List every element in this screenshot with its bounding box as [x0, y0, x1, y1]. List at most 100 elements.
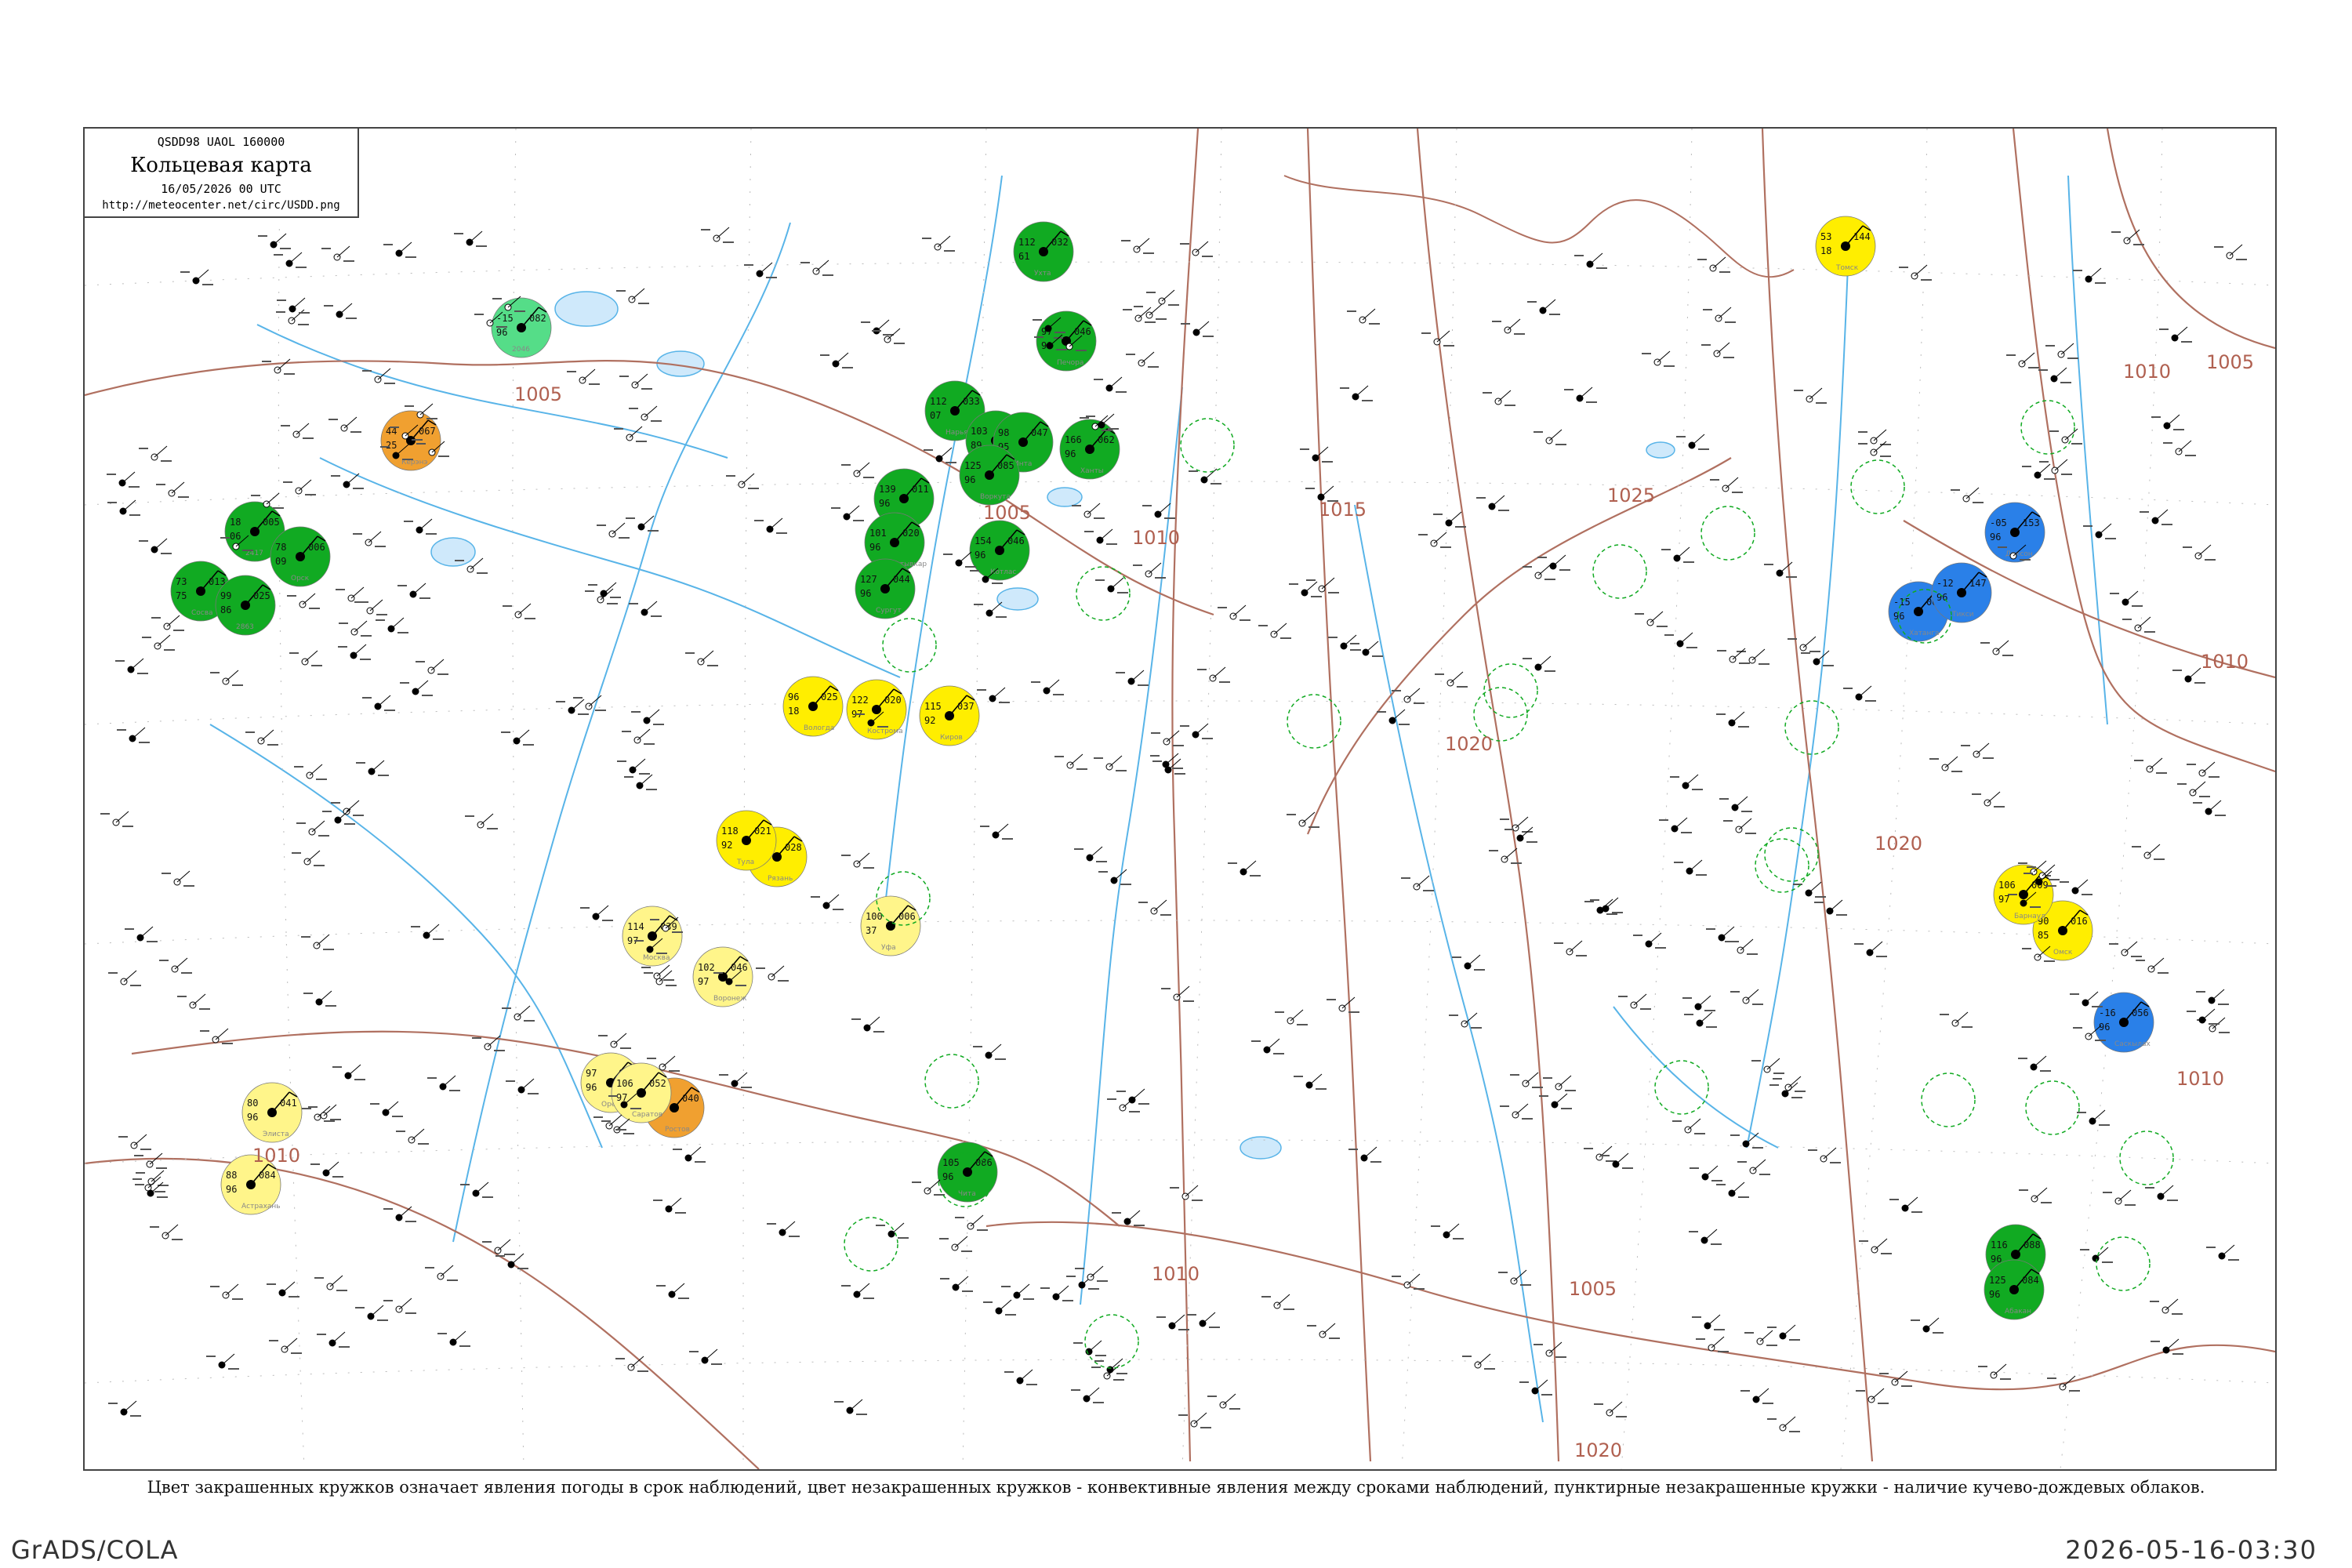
station-plot-icon [1980, 640, 2013, 656]
data-tick-icon [1730, 1134, 1740, 1136]
wind-barb-icon [1548, 429, 1563, 441]
data-tick-icon [280, 248, 291, 249]
station-plot-icon [1911, 1317, 1944, 1334]
data-tick-icon [1674, 862, 1683, 863]
data-tick-icon [2030, 906, 2041, 908]
wind-barb-icon [419, 518, 433, 531]
station-plot-icon [973, 1044, 1006, 1060]
wind-barb-icon [2098, 523, 2112, 535]
wind-barb-icon [130, 658, 144, 670]
data-tick-icon [1197, 669, 1207, 670]
data-tick-icon [1094, 757, 1103, 759]
data-tick-icon [180, 271, 190, 273]
station-temperature: 166 [1065, 434, 1082, 445]
station-plot-icon [2110, 590, 2143, 607]
wind-barb-icon [517, 603, 532, 615]
data-tick-icon [619, 537, 630, 539]
wind-barb-icon [368, 531, 382, 543]
data-tick-icon [232, 684, 243, 686]
station-plot-icon [108, 1400, 141, 1417]
data-tick-icon [822, 274, 833, 276]
station-plot-icon [1814, 899, 1847, 916]
wind-barb-icon [1109, 376, 1123, 389]
data-tick-icon [383, 1300, 393, 1301]
wind-barb-icon [370, 1305, 384, 1317]
parallel-3 [85, 920, 2275, 945]
wind-barb-icon [377, 695, 391, 707]
data-tick-icon [977, 689, 986, 691]
station-pressure: 144 [1853, 231, 1871, 242]
data-tick-icon [405, 1221, 416, 1222]
data-tick-icon [620, 1047, 631, 1049]
station-plot-icon [1961, 742, 1994, 759]
station-plot-icon [151, 615, 184, 631]
station-plot-icon [2214, 244, 2247, 260]
data-tick-icon [1106, 543, 1117, 545]
wind-barb-icon [1321, 577, 1335, 590]
station-plot-icon [701, 227, 734, 243]
data-tick-icon [159, 960, 169, 961]
wind-barb-icon [1110, 577, 1124, 590]
wind-barb-icon [1904, 1196, 1918, 1209]
data-tick-icon [1899, 267, 1908, 268]
wind-barb-icon [1721, 926, 1735, 938]
wind-barb-icon [1109, 755, 1123, 768]
wind-barb-icon [1679, 632, 1693, 644]
data-tick-icon [299, 312, 310, 314]
station-plot-icon [267, 1281, 299, 1298]
station-plot-icon [210, 670, 243, 686]
data-tick-icon [1561, 1108, 1572, 1109]
data-tick-icon [1094, 379, 1103, 380]
station-temperature: 102 [698, 962, 715, 973]
data-tick-icon [316, 779, 327, 780]
data-tick-icon [1500, 818, 1509, 820]
wind-barb-icon [1650, 611, 1664, 623]
station-plot-icon [1590, 897, 1623, 913]
wind-barb-icon [1858, 685, 1872, 698]
isobar-6 [1761, 129, 1874, 1462]
station-plot-icon [2183, 544, 2216, 561]
station-plot-icon [800, 260, 833, 276]
data-tick-icon [2199, 796, 2210, 797]
cb-ring-icon [1784, 700, 1839, 755]
station-weather-code: 18 [788, 706, 799, 717]
data-tick-icon [2002, 655, 2013, 656]
data-tick-icon [477, 572, 488, 574]
station-plot-icon [269, 1338, 302, 1354]
station-temperature: -12 [1936, 578, 1954, 589]
data-tick-icon [955, 1217, 964, 1218]
data-tick-icon [1759, 663, 1769, 665]
data-tick-icon [1187, 1314, 1196, 1316]
station-name: Орск [291, 575, 310, 583]
station-plot-icon [1073, 1340, 1106, 1356]
wind-barb-icon [277, 358, 291, 371]
station-temperature: 100 [866, 911, 883, 922]
station-plot-icon [1689, 1229, 1722, 1245]
data-tick-icon [328, 419, 338, 420]
data-tick-icon [2205, 559, 2216, 561]
station-name: Абакан [2005, 1308, 2031, 1316]
station-plot-icon [338, 644, 371, 660]
station-plot-icon [1116, 670, 1149, 686]
data-tick-icon [2218, 1004, 2229, 1005]
map-url[interactable]: http://meteocenter.net/circ/USDD.png [85, 199, 358, 212]
isobar-label: 1020 [1445, 733, 1493, 755]
wind-barb-icon [1766, 1058, 1780, 1070]
data-tick-icon [841, 464, 851, 466]
wind-barb-icon [1579, 387, 1593, 399]
wind-barb-icon [856, 852, 870, 865]
station-temperature: 73 [176, 576, 187, 587]
data-tick-icon [1172, 768, 1183, 769]
data-tick-icon [610, 597, 621, 598]
station-plot-icon [274, 252, 307, 268]
data-tick-icon [944, 250, 955, 252]
data-tick-icon [416, 661, 425, 662]
station-temperature: 96 [788, 691, 799, 702]
data-tick-icon [1889, 1199, 1899, 1200]
data-tick-icon [641, 388, 652, 390]
weather-map[interactable]: -15 082 96 2046 44 067 25 Кёрэнэ 18 005 06 2417 78 00… [83, 127, 2277, 1471]
data-tick-icon [678, 1298, 689, 1299]
station-plot-icon [2151, 1338, 2183, 1355]
isobar-8 [2106, 129, 2275, 350]
station-34: -16 05696Саскылах [2093, 992, 2154, 1053]
